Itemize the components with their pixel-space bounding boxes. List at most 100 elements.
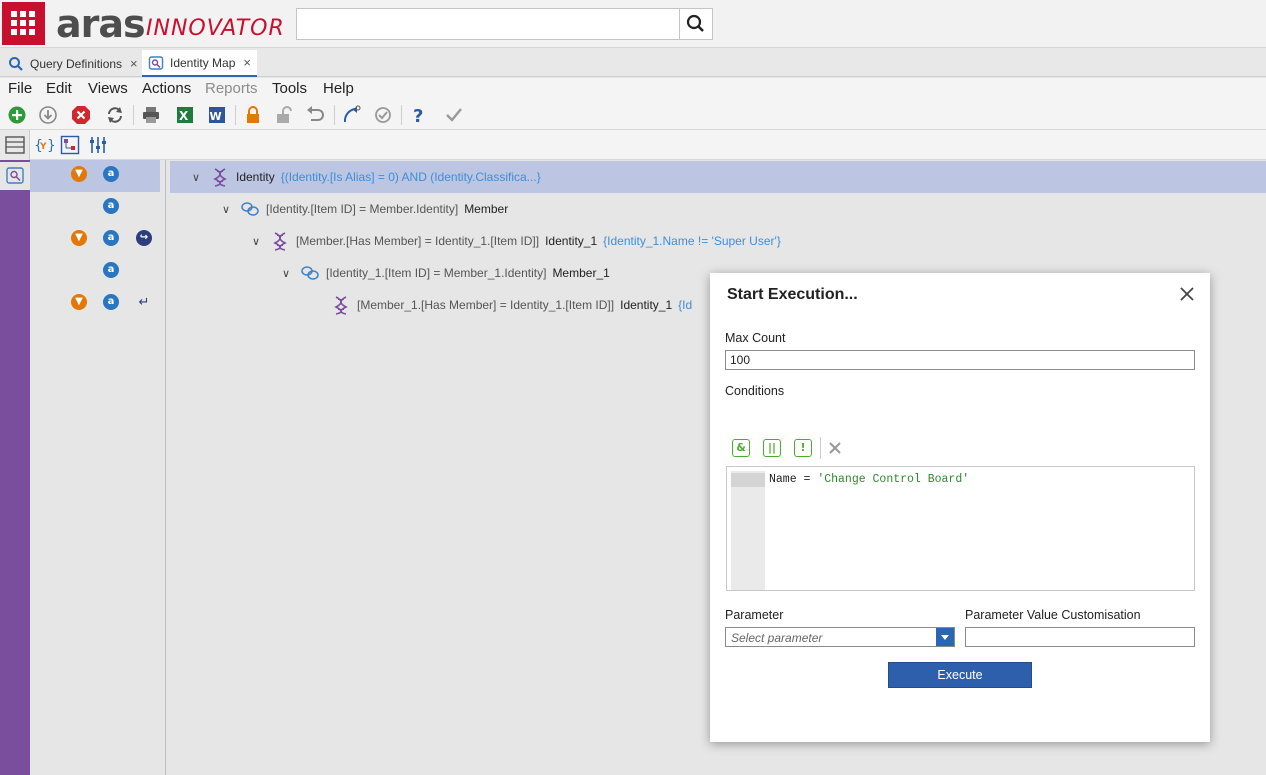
tab-identity-map[interactable]: Identity Map × bbox=[142, 50, 257, 77]
tree-node-reference: [Identity_1.[Item ID] = Member_1.Identit… bbox=[326, 266, 547, 280]
properties-icon[interactable]: a bbox=[103, 198, 119, 214]
menu-reports[interactable]: Reports bbox=[205, 80, 258, 97]
query-map-icon bbox=[148, 55, 164, 70]
app-header: aras INNOVATOR bbox=[0, 0, 1266, 48]
help-icon[interactable]: ? bbox=[409, 105, 429, 125]
tree-node-condition: {Id bbox=[678, 298, 693, 312]
logo-aras-text: aras bbox=[56, 2, 146, 46]
editor-gutter bbox=[731, 471, 765, 590]
tree-node-identity-1-recursive[interactable]: [Member_1.[Has Member] = Identity_1.[Ite… bbox=[331, 295, 692, 315]
tree-node-name: Identity_1 bbox=[545, 234, 598, 248]
expand-chevron-icon[interactable]: ∨ bbox=[222, 203, 234, 216]
filter-icon[interactable]: ▼ bbox=[71, 294, 87, 310]
expand-chevron-icon[interactable]: ∨ bbox=[252, 235, 264, 248]
search-button[interactable] bbox=[679, 8, 713, 40]
tab-label: Identity Map bbox=[170, 55, 236, 70]
sidebar-toggle[interactable] bbox=[0, 130, 30, 160]
panel-layout-icon bbox=[5, 136, 25, 154]
query-map-icon bbox=[6, 167, 24, 184]
svg-text:?: ? bbox=[413, 106, 423, 125]
item-type-dna-icon bbox=[213, 168, 227, 187]
claim-icon[interactable] bbox=[373, 105, 393, 125]
properties-icon[interactable]: a bbox=[103, 262, 119, 278]
promote-icon[interactable] bbox=[341, 105, 361, 125]
parameter-value-label: Parameter Value Customisation bbox=[965, 608, 1141, 622]
close-tab-icon[interactable]: × bbox=[130, 56, 138, 71]
done-check-icon[interactable] bbox=[444, 105, 464, 125]
menu-tools[interactable]: Tools bbox=[272, 80, 307, 97]
recursion-icon[interactable]: ↪ bbox=[136, 230, 152, 246]
parameter-select[interactable]: Select parameter bbox=[725, 627, 955, 647]
left-sidebar-strip bbox=[0, 130, 30, 775]
dropdown-arrow-icon[interactable] bbox=[936, 628, 954, 646]
close-tab-icon[interactable]: × bbox=[243, 55, 251, 70]
editor-code-line: Name = 'Change Control Board' bbox=[769, 473, 969, 486]
code-plain: Name = bbox=[769, 473, 818, 486]
svg-text:Y: Y bbox=[39, 142, 47, 152]
recursion-return-icon[interactable]: ↵ bbox=[136, 294, 152, 310]
main-toolbar: X W ? bbox=[0, 100, 1266, 130]
tree-node-member-1[interactable]: ∨ [Identity_1.[Item ID] = Member_1.Ident… bbox=[282, 263, 610, 283]
max-count-input[interactable]: 100 bbox=[725, 350, 1195, 370]
clear-condition-icon[interactable] bbox=[828, 441, 842, 455]
item-type-dna-icon bbox=[334, 296, 348, 315]
excel-icon[interactable]: X bbox=[175, 105, 195, 125]
unlock-icon[interactable] bbox=[274, 105, 294, 125]
filter-icon[interactable]: ▼ bbox=[71, 166, 87, 182]
tree-node-identity[interactable]: ∨ Identity {(Identity.[Is Alias] = 0) AN… bbox=[192, 167, 541, 187]
tree-node-reference: [Identity.[Item ID] = Member.Identity] bbox=[266, 202, 459, 216]
not-condition-button[interactable]: ! bbox=[794, 439, 812, 457]
expand-chevron-icon[interactable]: ∨ bbox=[282, 267, 294, 280]
svg-text:}: } bbox=[47, 138, 54, 154]
query-braces-icon[interactable]: {}Y bbox=[34, 135, 54, 155]
expand-chevron-icon[interactable]: ∨ bbox=[192, 171, 204, 184]
properties-icon[interactable]: a bbox=[103, 230, 119, 246]
print-icon[interactable] bbox=[141, 105, 161, 125]
menu-file[interactable]: File bbox=[8, 80, 32, 97]
tree-view-icon[interactable] bbox=[60, 135, 80, 155]
word-icon[interactable]: W bbox=[207, 105, 227, 125]
sidebar-item-identity-map[interactable] bbox=[0, 162, 30, 190]
conditions-label: Conditions bbox=[725, 384, 785, 398]
close-icon[interactable] bbox=[1178, 285, 1196, 303]
and-condition-button[interactable]: & bbox=[732, 439, 750, 457]
filter-icon[interactable]: ▼ bbox=[71, 230, 87, 246]
tab-label: Query Definitions bbox=[30, 56, 123, 71]
tree-node-name: Identity bbox=[236, 170, 275, 184]
settings-sliders-icon[interactable] bbox=[88, 135, 108, 155]
item-type-dna-icon bbox=[273, 232, 287, 251]
tab-query-definitions[interactable]: Query Definitions × bbox=[2, 50, 144, 77]
save-download-icon[interactable] bbox=[38, 105, 58, 125]
undo-icon[interactable] bbox=[306, 105, 326, 125]
dialog-title: Start Execution... bbox=[727, 286, 858, 303]
or-condition-button[interactable]: || bbox=[763, 439, 781, 457]
menu-bar: File Edit Views Actions Reports Tools He… bbox=[0, 78, 1266, 100]
tab-bar: Query Definitions × Identity Map × bbox=[0, 48, 1266, 77]
properties-icon[interactable]: a bbox=[103, 166, 119, 182]
menu-help[interactable]: Help bbox=[323, 80, 354, 97]
menu-edit[interactable]: Edit bbox=[46, 80, 72, 97]
global-search-input[interactable] bbox=[296, 8, 680, 40]
search-icon bbox=[9, 56, 23, 71]
refresh-icon[interactable] bbox=[105, 105, 125, 125]
execute-button[interactable]: Execute bbox=[888, 662, 1032, 688]
lock-icon[interactable] bbox=[243, 105, 263, 125]
parameter-value-input[interactable] bbox=[965, 627, 1195, 647]
properties-icon[interactable]: a bbox=[103, 294, 119, 310]
menu-views[interactable]: Views bbox=[88, 80, 128, 97]
relationship-link-icon bbox=[241, 202, 259, 216]
logo-innovator-text: INNOVATOR bbox=[146, 16, 285, 41]
tree-node-identity-1[interactable]: ∨ [Member.[Has Member] = Identity_1.[Ite… bbox=[252, 231, 781, 251]
tree-node-member[interactable]: ∨ [Identity.[Item ID] = Member.Identity]… bbox=[222, 199, 508, 219]
condition-code-editor[interactable]: Name = 'Change Control Board' bbox=[726, 466, 1195, 591]
tree-node-reference: [Member.[Has Member] = Identity_1.[Item … bbox=[296, 234, 540, 248]
app-menu-grid-icon[interactable] bbox=[2, 2, 45, 45]
svg-text:X: X bbox=[179, 109, 189, 123]
delete-icon[interactable] bbox=[71, 105, 91, 125]
new-item-icon[interactable] bbox=[7, 105, 27, 125]
code-string: 'Change Control Board' bbox=[817, 473, 970, 486]
relationship-link-icon bbox=[301, 266, 319, 280]
menu-actions[interactable]: Actions bbox=[142, 80, 191, 97]
max-count-label: Max Count bbox=[725, 331, 786, 345]
tree-node-name: Identity_1 bbox=[620, 298, 673, 312]
